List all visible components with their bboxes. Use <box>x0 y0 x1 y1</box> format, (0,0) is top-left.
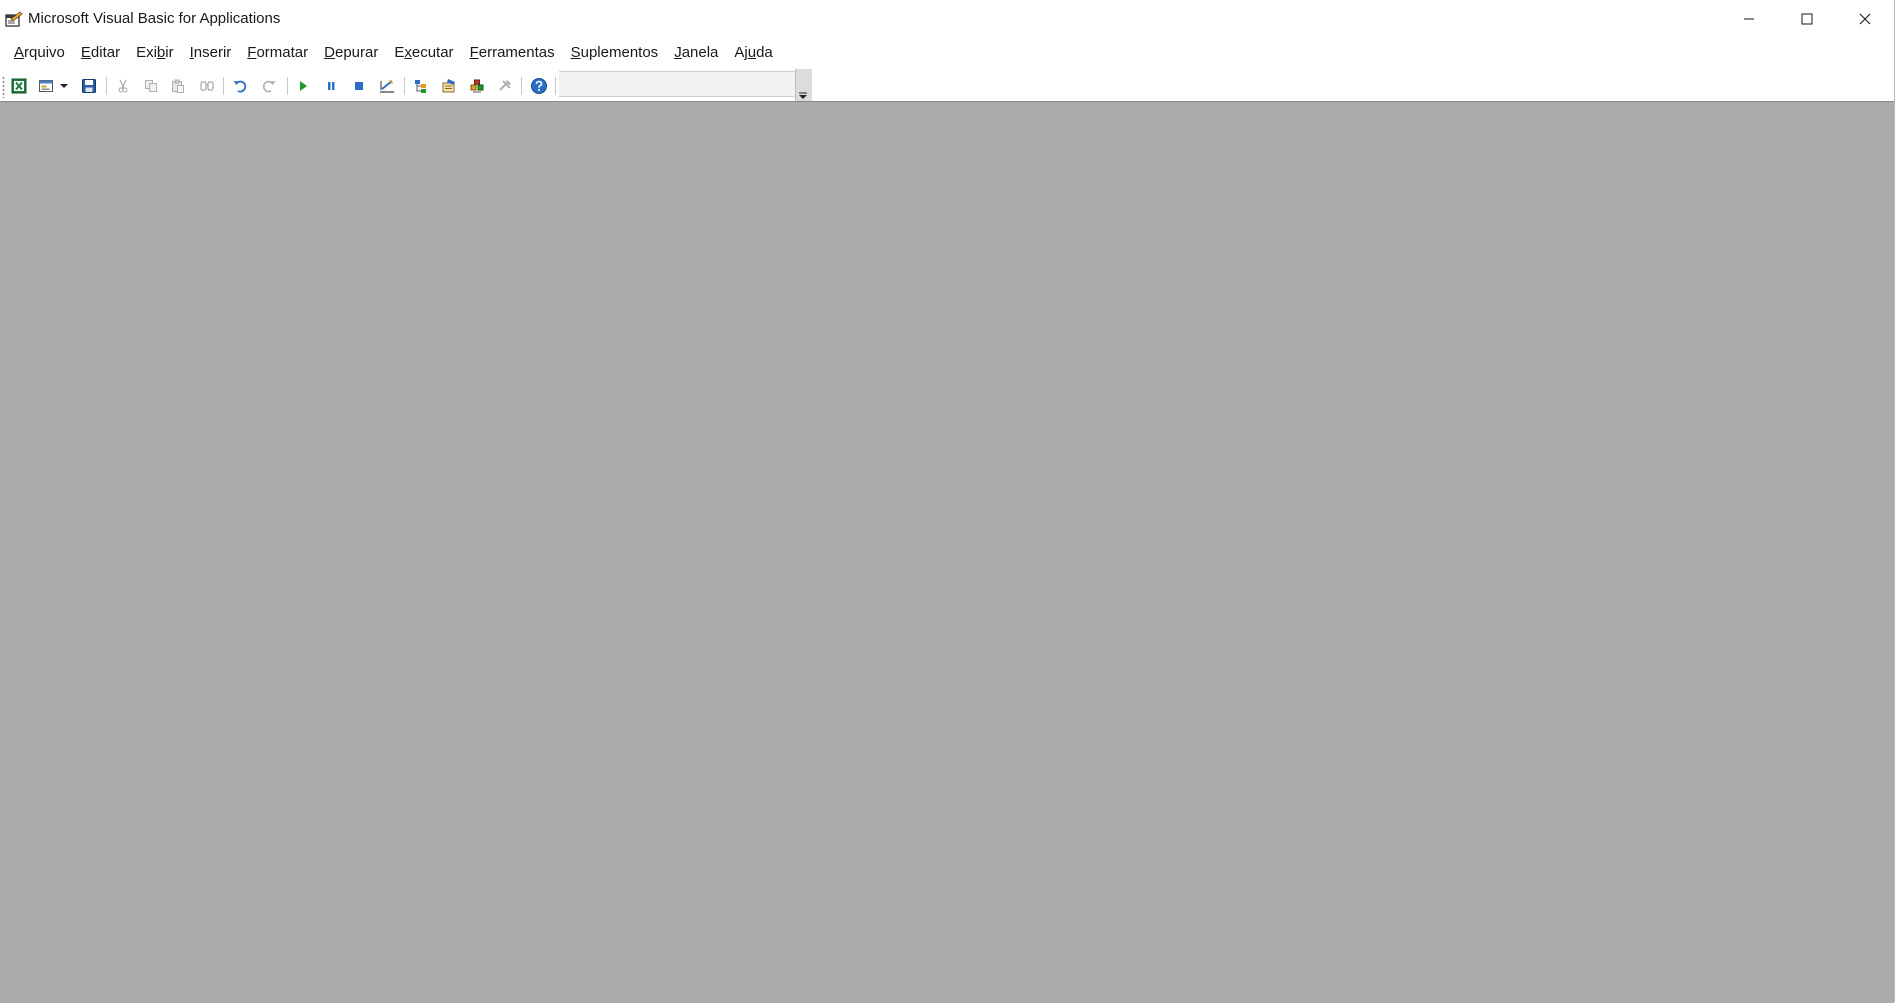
design-mode-button[interactable] <box>376 75 398 97</box>
userform-icon <box>39 80 53 92</box>
run-button[interactable] <box>292 75 314 97</box>
menu-depurar[interactable]: Depurar <box>324 41 378 65</box>
menu-editar[interactable]: Editar <box>81 41 120 65</box>
copy-icon <box>145 80 157 92</box>
vba-app-icon[interactable] <box>5 10 23 28</box>
cut-icon <box>118 79 128 93</box>
pause-icon <box>328 82 335 90</box>
design-mode-icon <box>380 80 394 93</box>
close-icon <box>1859 13 1871 25</box>
toolbar-separator <box>223 77 224 95</box>
vba-window: Microsoft Visual Basic for Applications … <box>0 0 1895 1003</box>
menu-arquivo[interactable]: Arquivo <box>14 41 65 65</box>
paste-button[interactable] <box>167 75 189 97</box>
paste-icon <box>172 79 184 93</box>
save-button[interactable] <box>78 75 100 97</box>
code-position-indicator <box>559 71 795 97</box>
minimize-icon <box>1744 18 1754 20</box>
menu-ajuda[interactable]: Ajuda <box>734 41 772 65</box>
toolbar-options-icon <box>799 92 807 99</box>
find-button[interactable] <box>196 75 218 97</box>
chevron-down-icon <box>60 84 68 88</box>
undo-icon <box>233 80 247 93</box>
toolbar-options-button[interactable] <box>795 69 812 101</box>
object-browser-icon <box>470 79 484 93</box>
insert-userform-button[interactable] <box>35 75 57 97</box>
toolbox-icon <box>499 80 511 91</box>
insert-dropdown-button[interactable] <box>57 75 71 97</box>
mdi-workspace[interactable] <box>0 101 1894 1003</box>
properties-window-button[interactable] <box>438 75 460 97</box>
run-icon <box>300 81 307 91</box>
toolbar-separator <box>555 77 556 95</box>
menu-inserir[interactable]: Inserir <box>190 41 232 65</box>
title-bar[interactable]: Microsoft Visual Basic for Applications <box>0 0 1894 38</box>
menu-janela[interactable]: Janela <box>674 41 718 65</box>
object-browser-button[interactable] <box>466 75 488 97</box>
close-button[interactable] <box>1836 0 1894 38</box>
undo-button[interactable] <box>229 75 251 97</box>
help-button[interactable] <box>528 75 550 97</box>
maximize-icon <box>1801 13 1813 25</box>
view-excel-button[interactable] <box>8 75 30 97</box>
excel-icon <box>11 78 27 94</box>
break-button[interactable] <box>320 75 342 97</box>
menu-executar[interactable]: Executar <box>394 41 453 65</box>
minimize-button[interactable] <box>1720 0 1778 38</box>
toolbox-button[interactable] <box>494 75 516 97</box>
toolbar-separator <box>404 77 405 95</box>
maximize-button[interactable] <box>1778 0 1836 38</box>
save-icon <box>82 79 96 93</box>
copy-button[interactable] <box>140 75 162 97</box>
menu-suplementos[interactable]: Suplementos <box>571 41 659 65</box>
desktop-edge <box>1895 0 1904 1002</box>
standard-toolbar <box>0 70 1894 100</box>
toolbar-separator <box>106 77 107 95</box>
help-icon <box>531 78 547 94</box>
cut-button[interactable] <box>112 75 134 97</box>
properties-icon <box>442 79 455 93</box>
stop-icon <box>355 82 363 90</box>
project-explorer-button[interactable] <box>410 75 432 97</box>
menu-formatar[interactable]: Formatar <box>247 41 308 65</box>
toolbar-separator <box>521 77 522 95</box>
menu-ferramentas[interactable]: Ferramentas <box>470 41 555 65</box>
redo-icon <box>262 80 276 93</box>
redo-button[interactable] <box>258 75 280 97</box>
menu-bar: Arquivo Editar Exibir Inserir Formatar D… <box>0 41 1894 65</box>
toolbar-grip[interactable] <box>2 76 5 98</box>
project-explorer-icon <box>415 80 426 93</box>
toolbar-separator <box>287 77 288 95</box>
menu-exibir[interactable]: Exibir <box>136 41 174 65</box>
find-icon <box>200 81 214 91</box>
window-title: Microsoft Visual Basic for Applications <box>28 10 281 27</box>
reset-button[interactable] <box>348 75 370 97</box>
